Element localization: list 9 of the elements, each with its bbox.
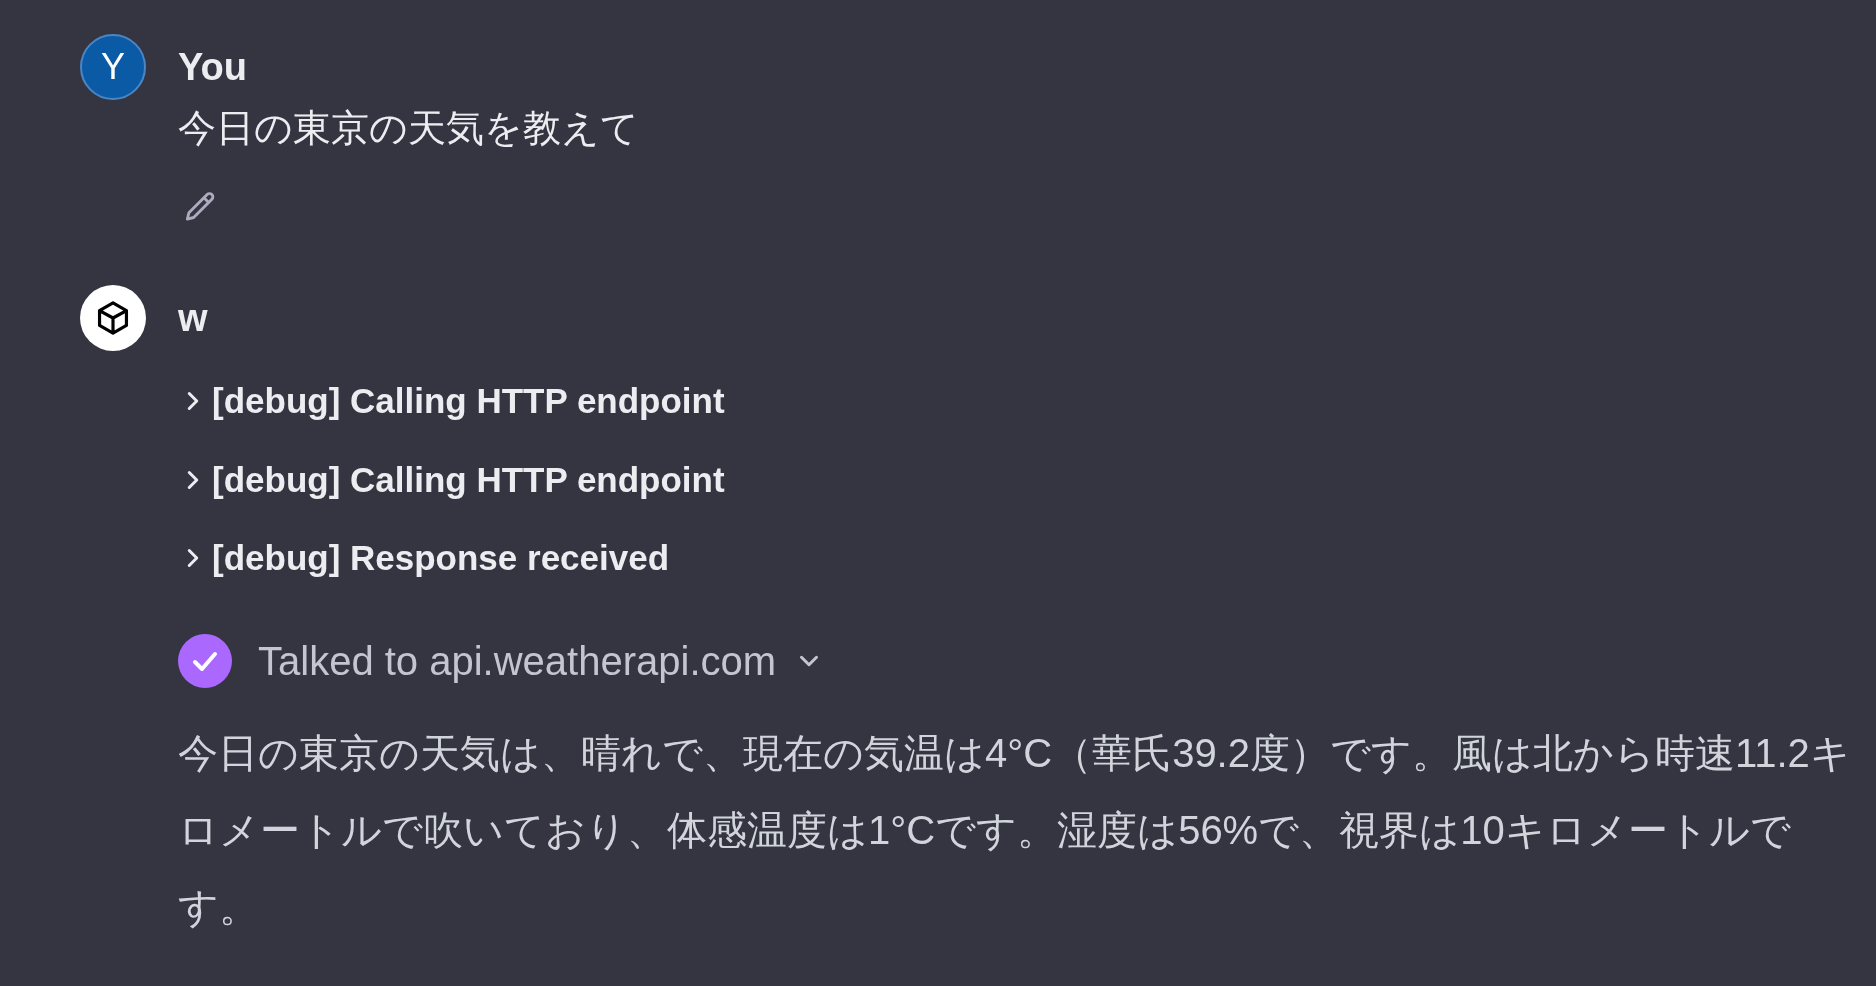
tool-call-toggle[interactable]: Talked to api.weatherapi.com <box>258 630 825 691</box>
message-text: 今日の東京の天気は、晴れで、現在の気温は4°C（華氏39.2度）です。風は北から時速11.2キロメートルで吹いており、体感温度は1°Cです。湿度は56%で、視界は10キロメートルです。 <box>178 729 1852 931</box>
author-name: w <box>178 296 209 341</box>
message-text: 今日の東京の天気を教えて <box>178 106 639 151</box>
debug-toggle[interactable]: [debug] Response received <box>178 532 1856 585</box>
debug-toggle[interactable]: [debug] Calling HTTP endpoint <box>178 375 1856 428</box>
user-avatar: Y <box>80 34 146 100</box>
author-name: You <box>178 45 248 90</box>
debug-toggle[interactable]: [debug] Calling HTTP endpoint <box>178 453 1856 506</box>
